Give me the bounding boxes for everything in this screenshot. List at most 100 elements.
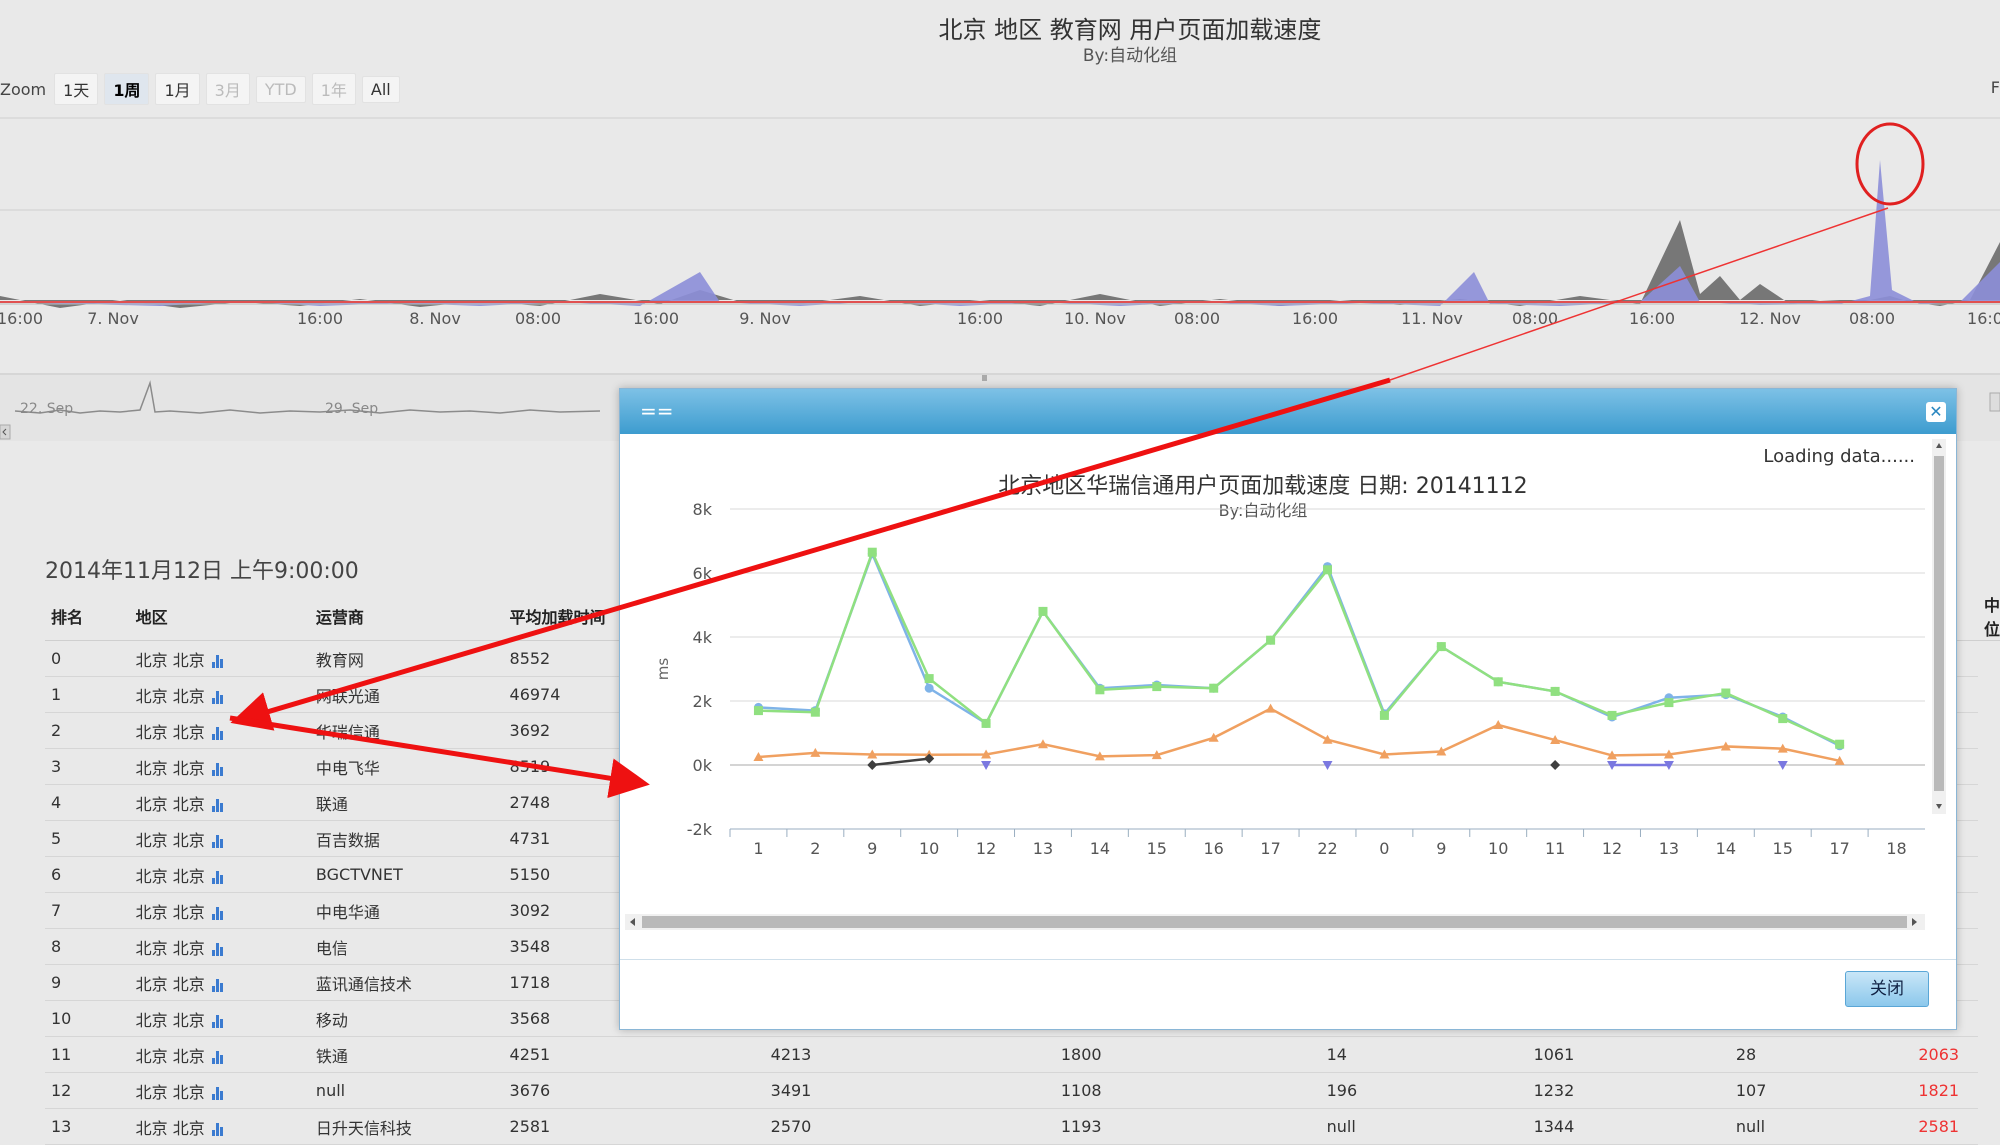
data-point[interactable] (1209, 683, 1219, 693)
data-point[interactable] (1152, 682, 1162, 692)
bar-chart-icon[interactable] (211, 906, 225, 920)
series-line (758, 550, 1841, 747)
data-point[interactable] (1550, 686, 1560, 696)
detail-line-chart[interactable]: Loading data...... 北京地区华瑞信通用户页面加载速度 日期: 2… (620, 434, 1956, 944)
data-point[interactable] (1436, 642, 1446, 652)
data-point[interactable] (1835, 739, 1845, 749)
navigator-scroll-left[interactable] (0, 424, 11, 440)
data-point[interactable] (924, 674, 934, 684)
top-x-tick-label: 11. Nov (1401, 309, 1463, 328)
table-cell: 北京 北京 (129, 820, 310, 857)
y-tick-label: -2k (687, 820, 713, 839)
bar-chart-icon[interactable] (211, 798, 225, 812)
bar-chart-icon[interactable] (211, 1050, 225, 1064)
bar-chart-icon[interactable] (211, 654, 225, 668)
series-line (758, 548, 1841, 746)
dialog-title: == (640, 399, 674, 423)
bar-chart-icon[interactable] (211, 1086, 225, 1100)
table-cell: 1800 (1054, 1036, 1321, 1073)
top-x-tick-label: 08:00 (1849, 309, 1895, 328)
table-cell: 1108 (1054, 1072, 1321, 1109)
table-row[interactable]: 12 北京 北京 null 3676 3491 1108 196 1232 107 1821 (45, 1072, 2000, 1109)
zoom-button-1m[interactable]: 1月 (155, 73, 200, 105)
data-point[interactable] (1664, 698, 1674, 708)
data-point[interactable] (1493, 720, 1504, 729)
data-point[interactable] (810, 707, 820, 717)
series-line (872, 757, 930, 767)
zoom-button-3m[interactable]: 3月 (205, 73, 250, 105)
data-point[interactable] (867, 760, 878, 770)
top-x-tick-label: 8. Nov (409, 309, 461, 328)
top-x-tick-label: 9. Nov (739, 309, 791, 328)
data-point[interactable] (1038, 606, 1048, 616)
bar-chart-icon[interactable] (211, 870, 225, 884)
top-x-tick-label: 16:00 (1629, 309, 1675, 328)
bar-chart-icon[interactable] (211, 690, 225, 704)
bar-chart-icon[interactable] (211, 762, 225, 776)
region-label: 北京 北京 (135, 1118, 205, 1138)
data-point[interactable] (1095, 685, 1105, 695)
bar-chart-icon[interactable] (211, 726, 225, 740)
bar-chart-icon[interactable] (211, 1014, 225, 1028)
zoom-button-1y[interactable]: 1年 (311, 73, 356, 105)
zoom-button-1d[interactable]: 1天 (54, 73, 99, 105)
table-cell: 中电飞华 (309, 748, 504, 785)
data-point[interactable] (1266, 635, 1276, 645)
bar-chart-icon[interactable] (211, 978, 225, 992)
x-tick-label: 17 (1260, 839, 1280, 858)
col-header-rank[interactable]: 排名 (45, 592, 130, 641)
table-cell: 北京 北京 (129, 1072, 310, 1109)
data-point[interactable] (753, 706, 763, 716)
zoom-label: Zoom (0, 79, 47, 99)
table-date: 2014年11月12日 上午9:00:00 (45, 559, 359, 584)
col-header-median[interactable]: 中位 (1977, 592, 2000, 641)
navigator-handle[interactable] (982, 375, 987, 381)
table-cell: null (1320, 1108, 1528, 1145)
table-cell: 5 (45, 820, 130, 857)
data-point[interactable] (924, 683, 934, 693)
table-row[interactable]: 13 北京 北京 日升天信科技 2581 2570 1193 null 1344 null 258… (45, 1108, 2000, 1145)
x-tick-label: 1 (753, 839, 763, 858)
chart-title: 北京地区华瑞信通用户页面加载速度 日期: 20141112 (998, 474, 1527, 499)
zoom-button-1w[interactable]: 1周 (104, 73, 150, 105)
data-point[interactable] (1550, 760, 1561, 770)
bar-chart-icon[interactable] (211, 834, 225, 848)
loading-text: Loading data...... (1763, 446, 1915, 467)
table-row[interactable]: 11 北京 北京 铁通 4251 4213 1800 14 1061 28 2063 (45, 1036, 2000, 1073)
y-tick-label: 0k (693, 756, 713, 775)
table-cell: 电信 (309, 928, 504, 965)
data-point[interactable] (1323, 565, 1332, 575)
top-x-tick-label: 16:0 (1967, 309, 2000, 328)
dialog-header[interactable]: == ✕ (620, 389, 1956, 434)
x-tick-label: 0 (1379, 839, 1389, 858)
data-point[interactable] (1493, 677, 1503, 687)
region-label: 北京 北京 (135, 1082, 205, 1102)
table-cell: 北京 北京 (129, 1036, 310, 1073)
x-tick-label: 13 (1659, 839, 1679, 858)
table-cell: 日升天信科技 (309, 1108, 504, 1145)
data-point[interactable] (1379, 710, 1389, 720)
data-point[interactable] (981, 718, 991, 728)
navigator-label: 29. Sep (325, 401, 378, 417)
table-cell: 2 (45, 712, 130, 749)
x-tick-label: 13 (1033, 839, 1053, 858)
col-header-region[interactable]: 地区 (129, 592, 310, 641)
navigator-handle-right[interactable] (1989, 392, 2000, 412)
close-icon[interactable]: ✕ (1926, 402, 1946, 422)
data-point[interactable] (1607, 710, 1617, 720)
data-point[interactable] (1721, 688, 1731, 698)
region-label: 北京 北京 (135, 830, 205, 850)
data-point[interactable] (1778, 714, 1788, 724)
bar-chart-icon[interactable] (211, 942, 225, 956)
zoom-button-all[interactable]: All (361, 75, 400, 103)
col-header-isp[interactable]: 运营商 (309, 592, 504, 641)
data-point[interactable] (867, 547, 877, 557)
table-cell: 网联光通 (309, 676, 504, 713)
data-point[interactable] (1265, 703, 1276, 713)
close-button[interactable]: 关闭 (1845, 971, 1929, 1007)
vertical-scrollbar-thumb[interactable] (1934, 456, 1944, 791)
horizontal-scrollbar-thumb[interactable] (642, 916, 1907, 928)
bar-chart-icon[interactable] (211, 1122, 225, 1136)
top-area-chart[interactable]: 16:00 7. Nov 16:00 8. Nov 08:00 16:00 9. Nov 16… (0, 116, 2000, 376)
zoom-button-ytd[interactable]: YTD (255, 75, 306, 103)
